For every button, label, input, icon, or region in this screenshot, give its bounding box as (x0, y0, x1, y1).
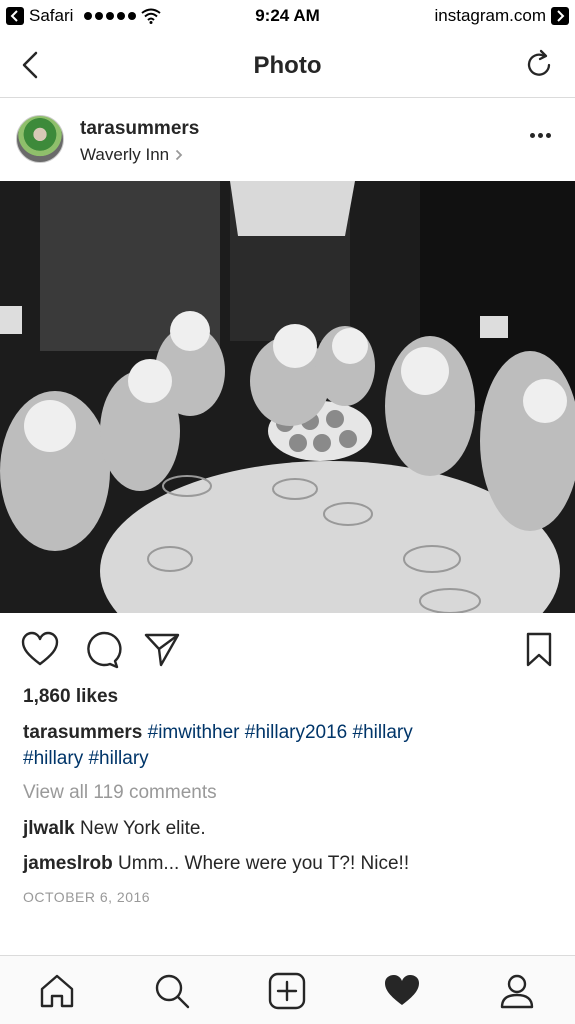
more-options-button[interactable] (530, 133, 551, 138)
comment-item: jlwalk New York elite. (23, 818, 206, 840)
comment-username[interactable]: jlwalk (23, 818, 75, 839)
status-back-to-app[interactable]: Safari (6, 6, 162, 26)
refresh-icon (527, 49, 551, 76)
forward-to-app-icon (551, 7, 569, 25)
activity-heart-icon (385, 975, 419, 1005)
refresh-button[interactable] (523, 48, 555, 80)
avatar[interactable] (16, 115, 64, 163)
location-label: Waverly Inn (80, 145, 170, 164)
bookmark-icon (526, 632, 552, 667)
chevron-right-icon (175, 149, 183, 161)
tab-bar (0, 955, 575, 1024)
comment-item: jameslrob Umm... Where were you T?! Nice… (23, 853, 409, 875)
back-to-app-icon (6, 7, 24, 25)
post-photo[interactable] (0, 181, 575, 613)
bookmark-button[interactable] (519, 630, 559, 670)
comment-text: New York elite. (80, 818, 206, 839)
paper-plane-icon (144, 633, 180, 667)
wifi-icon (141, 8, 162, 24)
hashtag[interactable]: #hillary (353, 722, 413, 743)
view-all-comments-link[interactable]: View all 119 comments (23, 782, 217, 804)
comment-username[interactable]: jameslrob (23, 853, 113, 874)
tab-add-post[interactable] (268, 972, 306, 1010)
tab-search[interactable] (153, 972, 191, 1010)
status-bar: Safari 9:24 AM instagram.com (0, 0, 575, 32)
hashtag[interactable]: #hillary2016 (245, 722, 347, 743)
hashtag[interactable]: #hillary (88, 748, 148, 769)
tab-activity[interactable] (383, 972, 421, 1010)
comment-button[interactable] (82, 630, 122, 670)
likes-count[interactable]: 1,860 likes (23, 686, 118, 708)
add-post-icon (268, 972, 306, 1010)
heart-outline-icon (21, 631, 59, 666)
hashtag[interactable]: #imwithher (148, 722, 240, 743)
status-forward-app[interactable]: instagram.com (435, 6, 569, 26)
post-caption: tarasummers #imwithher #hillary2016 #hil… (23, 720, 543, 772)
nav-bar: Photo (0, 32, 575, 98)
back-app-label: Safari (29, 6, 74, 25)
signal-icon (84, 12, 137, 20)
comment-text: Umm... Where were you T?! Nice!! (118, 853, 410, 874)
forward-app-label: instagram.com (434, 6, 546, 25)
caption-username[interactable]: tarasummers (23, 722, 142, 743)
tab-profile[interactable] (498, 972, 536, 1010)
post-username[interactable]: tarasummers (80, 118, 199, 140)
more-horizontal-icon (530, 133, 535, 138)
profile-icon (500, 974, 534, 1009)
hashtag[interactable]: #hillary (23, 748, 83, 769)
post-header: tarasummers Waverly Inn (0, 99, 575, 181)
search-icon (155, 974, 190, 1009)
share-button[interactable] (142, 630, 182, 670)
comment-bubble-icon (87, 631, 122, 669)
photo-image (0, 181, 575, 613)
post-actions (0, 630, 575, 674)
post-date: OCTOBER 6, 2016 (23, 889, 151, 905)
tab-home[interactable] (38, 972, 76, 1010)
like-button[interactable] (20, 630, 60, 670)
post-location[interactable]: Waverly Inn (80, 145, 183, 165)
home-icon (40, 974, 74, 1008)
page-title: Photo (253, 52, 322, 79)
